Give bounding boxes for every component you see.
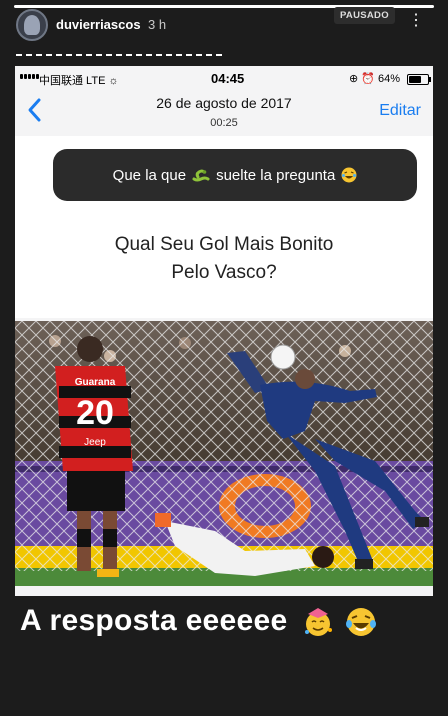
paused-badge: PAUSADO xyxy=(334,7,395,24)
party-face-icon xyxy=(305,608,333,637)
jersey-number: 20 xyxy=(76,394,114,432)
signal-icon xyxy=(20,74,39,79)
nav-bar: 26 de agosto de 2017 00:25 Editar xyxy=(15,90,433,134)
snake-icon xyxy=(192,169,210,182)
ios-status-bar: 中国联通 LTE ☼ 04:45 ⊕ ⏰ 64% xyxy=(15,66,433,90)
answer-text: A resposta eeeeee xyxy=(20,604,377,638)
story-time-ago: 3 h xyxy=(148,17,167,32)
post-title: Qual Seu Gol Mais Bonito Pelo Vasco? xyxy=(15,231,433,287)
laughing-emoji-icon xyxy=(345,608,376,637)
battery-icon xyxy=(407,74,431,85)
edit-button[interactable]: Editar xyxy=(379,102,421,120)
jersey-name: Guarana xyxy=(75,377,116,388)
jersey-sponsor: Jeep xyxy=(84,437,106,448)
carrier-label: 中国联通 LTE ☼ xyxy=(39,75,119,87)
nav-date: 26 de agosto de 2017 xyxy=(156,95,292,111)
story-username[interactable]: duvierriascos xyxy=(56,17,141,32)
story-header: duvierriascos 3 h PAUSADO ⋮ xyxy=(0,0,448,48)
sticker-text-after: suelte la pregunta xyxy=(216,166,336,184)
status-icons: ⊕ ⏰ 64% xyxy=(349,73,401,85)
more-vertical-icon[interactable]: ⋮ xyxy=(406,12,426,30)
divider xyxy=(16,54,222,58)
post-title-line1: Qual Seu Gol Mais Bonito xyxy=(114,234,334,255)
answer-label: A resposta eeeeee xyxy=(20,604,288,637)
status-time: 04:45 xyxy=(211,71,245,86)
sticker-text-before: Que la que xyxy=(112,166,187,184)
avatar[interactable] xyxy=(16,9,48,41)
post-title-line2: Pelo Vasco? xyxy=(171,262,277,283)
football-photo: Guarana 20 Jeep xyxy=(15,321,433,586)
question-sticker[interactable]: Que la que suelte la pregunta xyxy=(53,149,417,201)
phone-screenshot: 中国联通 LTE ☼ 04:45 ⊕ ⏰ 64% 26 de agosto de… xyxy=(15,66,433,596)
nav-time: 00:25 xyxy=(210,117,238,129)
laughing-emoji-icon xyxy=(341,167,357,183)
